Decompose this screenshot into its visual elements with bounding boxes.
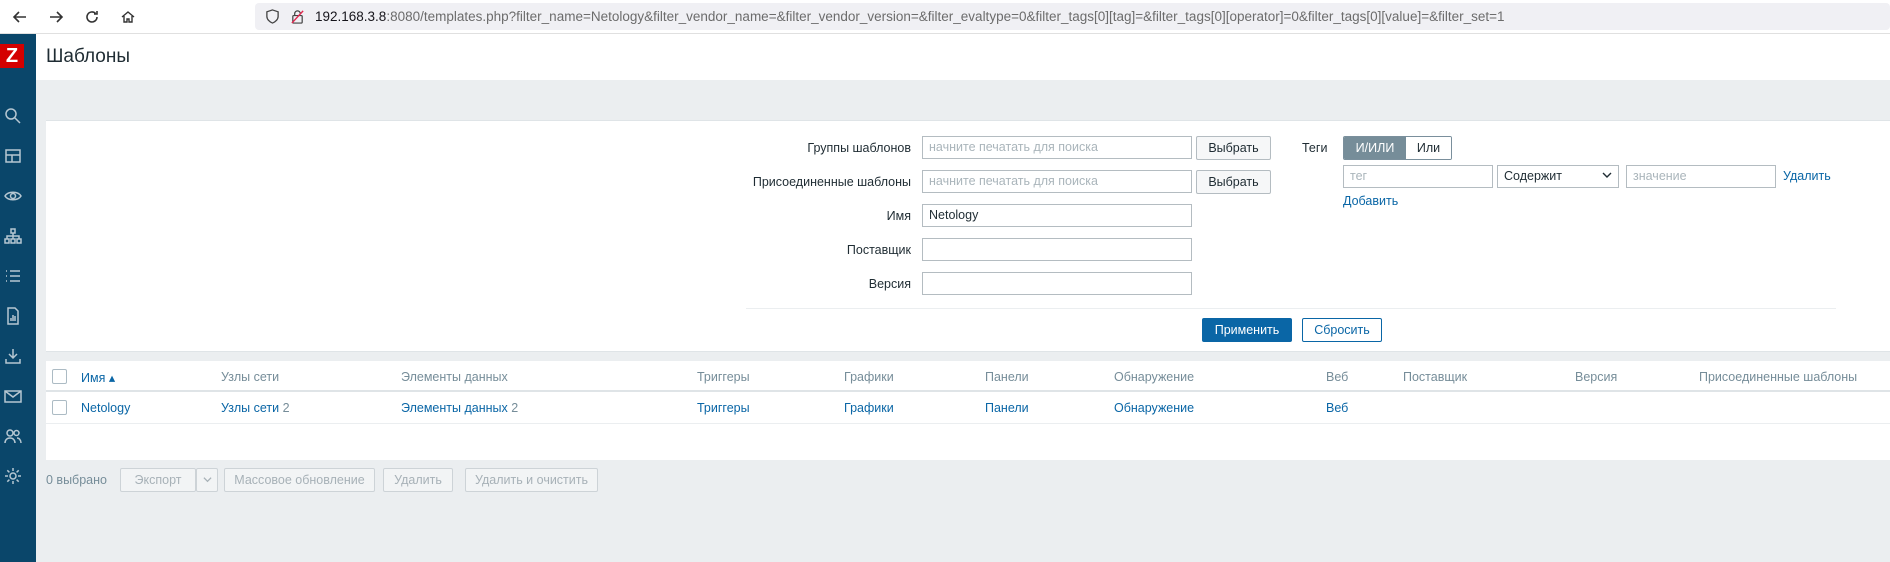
column-dashboards: Панели [985,370,1029,384]
template-groups-select-button[interactable]: Выбрать [1196,136,1271,160]
items-count: 2 [511,401,519,415]
table-row: Netology Узлы сети 2 Элементы данных 2 Т… [46,392,1890,424]
template-groups-input[interactable]: начните печатать для поиска [922,136,1192,159]
table-header: Имя ▴ Узлы сети Элементы данных Триггеры… [46,361,1890,392]
sidebar: Z [0,34,36,562]
data-collection-icon[interactable] [3,346,23,366]
template-groups-label: Группы шаблонов [807,141,911,155]
column-discovery: Обнаружение [1114,370,1195,384]
zabbix-logo[interactable]: Z [0,44,24,68]
linked-templates-input[interactable]: начните печатать для поиска [922,170,1192,193]
network-icon[interactable] [3,226,23,246]
triggers-link[interactable]: Триггеры [697,401,750,415]
discovery-link[interactable]: Обнаружение [1114,401,1194,415]
tags-evaltype-toggle: И/ИЛИ Или [1343,136,1452,160]
export-button[interactable]: Экспорт [120,468,196,492]
reset-button[interactable]: Сбросить [1302,318,1382,342]
shield-icon[interactable] [264,9,280,25]
column-linked-templates: Присоединенные шаблоны [1699,370,1858,384]
tags-label: Теги [1302,141,1328,155]
delete-and-clear-button[interactable]: Удалить и очистить [465,468,598,492]
name-label: Имя [886,209,911,223]
browser-toolbar: 192.168.3.8:8080/templates.php?filter_na… [0,0,1890,34]
tag-operator-value: Содержит [1504,169,1562,183]
vendor-input[interactable] [922,238,1192,261]
url-path: :8080/templates.php?filter_name=Netology… [386,9,1505,24]
list-icon[interactable] [3,266,23,286]
column-name[interactable]: Имя ▴ [81,370,115,385]
column-web: Веб [1326,370,1349,384]
tag-remove-link[interactable]: Удалить [1783,169,1831,183]
column-items: Элементы данных [401,370,508,384]
row-checkbox[interactable] [52,400,67,415]
template-groups-placeholder: начните печатать для поиска [929,140,1098,154]
page-header: Шаблоны [36,34,1890,80]
selected-count: 0 выбрано [46,473,107,487]
column-version: Версия [1575,370,1618,384]
items-cell: Элементы данных 2 [401,401,518,415]
version-label: Версия [868,277,911,291]
templates-table: Имя ▴ Узлы сети Элементы данных Триггеры… [46,361,1890,460]
url-host: 192.168.3.8 [315,9,387,24]
tag-value-input[interactable]: значение [1626,165,1776,188]
tags-and-or-option[interactable]: И/ИЛИ [1344,137,1406,159]
tag-placeholder: тег [1350,169,1368,183]
alerts-mail-icon[interactable] [3,386,23,406]
dashboard-icon[interactable] [3,146,23,166]
tags-or-option[interactable]: Или [1406,137,1451,159]
settings-gear-icon[interactable] [3,466,23,486]
chevron-down-icon [1602,166,1612,187]
export-dropdown[interactable] [196,468,218,492]
delete-button[interactable]: Удалить [383,468,453,492]
filter-divider [746,308,1836,309]
insecure-lock-icon[interactable] [289,9,305,25]
hosts-link[interactable]: Узлы сети [221,401,279,415]
select-all-checkbox[interactable] [52,369,67,384]
name-input[interactable]: Netology [922,204,1192,227]
apply-button[interactable]: Применить [1202,318,1292,342]
items-link[interactable]: Элементы данных [401,401,508,415]
url-bar[interactable]: 192.168.3.8:8080/templates.php?filter_na… [255,3,1890,30]
tag-add-link[interactable]: Добавить [1343,194,1398,208]
linked-templates-select-button[interactable]: Выбрать [1196,170,1271,194]
version-input[interactable] [922,272,1192,295]
home-icon[interactable] [114,3,142,31]
filter-panel: Группы шаблонов начните печатать для пои… [46,120,1890,352]
hosts-cell: Узлы сети 2 [221,401,290,415]
dashboards-link[interactable]: Панели [985,401,1029,415]
page-title: Шаблоны [46,46,131,67]
column-hosts: Узлы сети [221,370,280,384]
linked-templates-placeholder: начните печатать для поиска [929,174,1098,188]
forward-arrow-icon[interactable] [42,3,70,31]
main-content: Шаблоны Группы шаблонов начните печатать… [36,34,1890,562]
back-arrow-icon[interactable] [6,3,34,31]
monitoring-eye-icon[interactable] [3,186,23,206]
template-name-link[interactable]: Netology [81,401,130,415]
web-link[interactable]: Веб [1326,401,1348,415]
reports-icon[interactable] [3,306,23,326]
mass-update-button[interactable]: Массовое обновление [224,468,375,492]
hosts-count: 2 [282,401,290,415]
vendor-label: Поставщик [846,243,911,257]
search-icon[interactable] [3,106,23,126]
tag-operator-select[interactable]: Содержит [1497,165,1619,188]
column-graphs: Графики [844,370,894,384]
graphs-link[interactable]: Графики [844,401,894,415]
chevron-down-icon [202,473,212,487]
users-icon[interactable] [3,426,23,446]
url-text[interactable]: 192.168.3.8:8080/templates.php?filter_na… [315,9,1505,24]
linked-templates-label: Присоединенные шаблоны [752,175,911,189]
column-vendor: Поставщик [1403,370,1468,384]
tag-value-placeholder: значение [1633,169,1687,183]
column-triggers: Триггеры [697,370,750,384]
reload-icon[interactable] [78,3,106,31]
tag-name-input[interactable]: тег [1343,165,1493,188]
